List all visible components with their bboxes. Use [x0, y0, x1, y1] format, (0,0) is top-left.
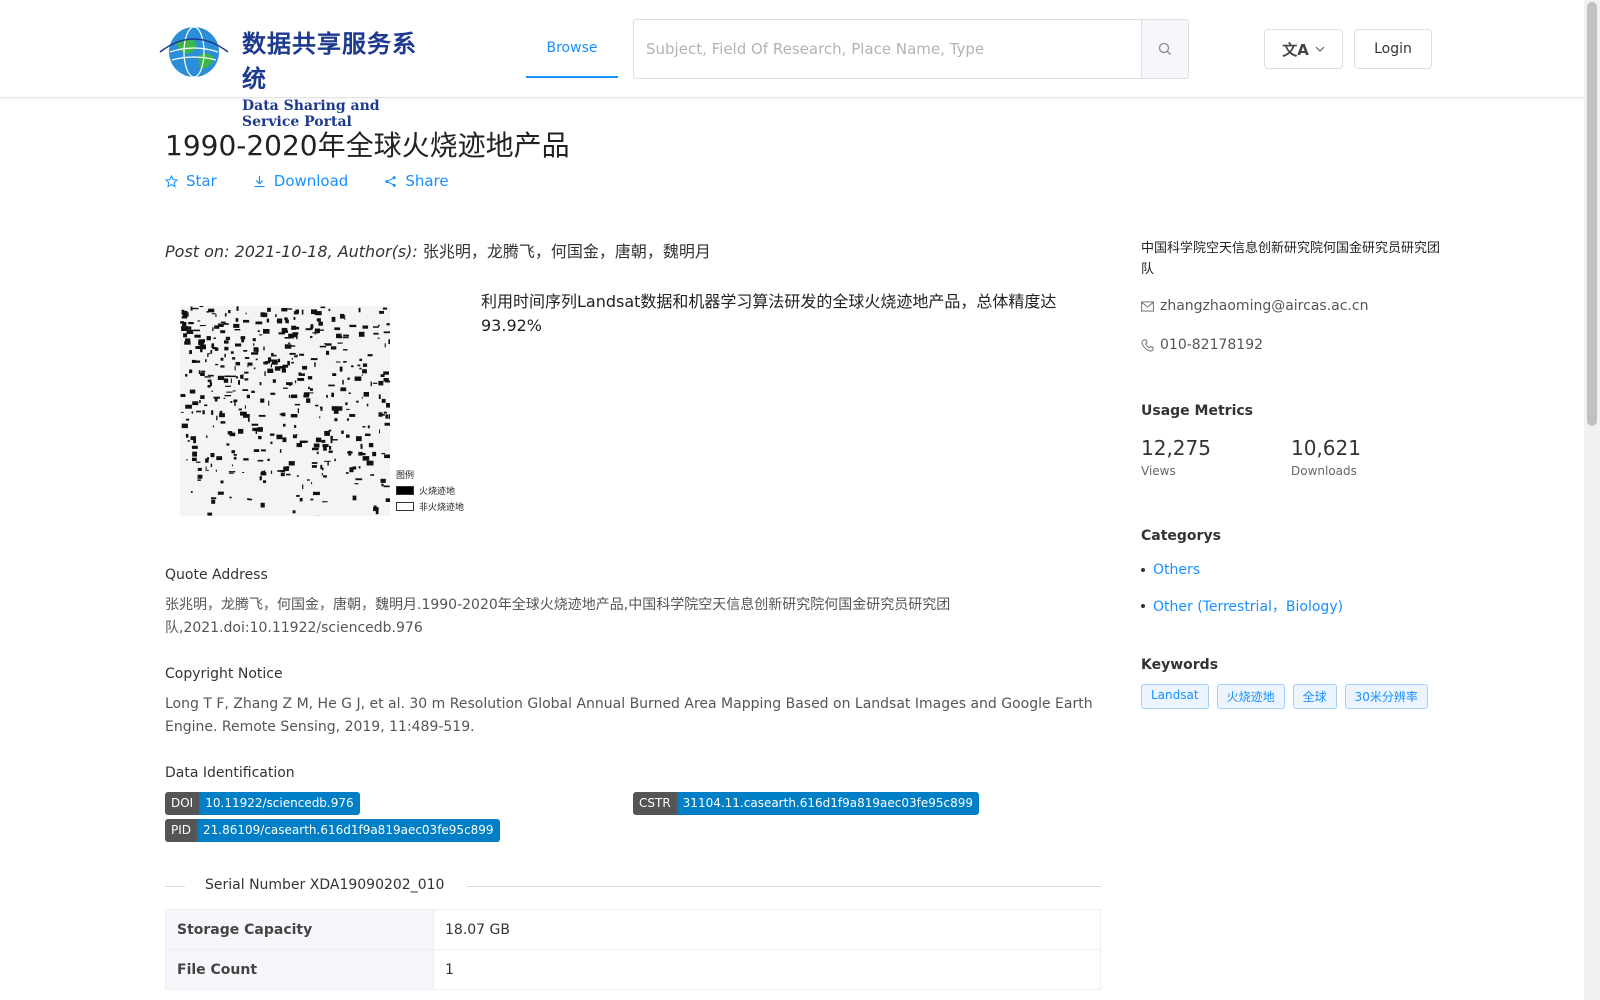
table-row: File Count 1: [165, 949, 1101, 990]
keyword-tag[interactable]: 全球: [1292, 684, 1337, 709]
page-scrollbar[interactable]: [1584, 0, 1600, 1000]
table-value: 18.07 GB: [433, 909, 1101, 950]
downloads-label: Downloads: [1291, 464, 1357, 478]
keyword-tag[interactable]: 30米分辨率: [1344, 684, 1428, 709]
scrollbar-thumb[interactable]: [1587, 2, 1597, 426]
category-label: Others: [1153, 562, 1201, 578]
copyright-text: Long T F, Zhang Z M, He G J, et al. 30 m…: [165, 696, 1093, 735]
share-label: Share: [405, 172, 449, 190]
views-count: 12,275: [1141, 436, 1211, 460]
legend-unburned: 非火烧迹地: [419, 503, 465, 513]
post-label: Post on: 2021-10-18, Author(s):: [165, 242, 418, 261]
table-key: File Count: [165, 949, 434, 990]
nav-browse-tab[interactable]: Browse: [526, 28, 618, 78]
authors: 张兆明，龙腾飞，何国金，唐朝，魏明月: [422, 242, 711, 261]
download-label: Download: [273, 172, 349, 190]
pid-key: PID: [165, 819, 198, 842]
login-button[interactable]: Login: [1354, 29, 1432, 69]
legend-title: 图例: [396, 471, 415, 481]
views-metric: 12,275 Views: [1141, 436, 1291, 478]
dataset-description: 利用时间序列Landsat数据和机器学习算法研发的全球火烧迹地产品，总体精度达9…: [481, 292, 1057, 335]
share-icon: [385, 175, 397, 187]
language-switch-button[interactable]: 文A: [1264, 29, 1343, 69]
keyword-tags: Landsat 火烧迹地 全球 30米分辨率: [1141, 684, 1441, 709]
logo-title-cn: 数据共享服务系统: [242, 29, 417, 93]
share-button[interactable]: Share: [384, 172, 449, 190]
chevron-down-icon: [1315, 46, 1325, 52]
copyright-title: Copyright Notice: [165, 666, 283, 682]
contact-email: zhangzhaoming@aircas.ac.cn: [1141, 298, 1441, 314]
star-label: Star: [186, 172, 217, 190]
downloads-count: 10,621: [1291, 436, 1361, 460]
download-button[interactable]: Download: [253, 172, 349, 190]
post-info: Post on: 2021-10-18, Author(s): 张兆明，龙腾飞，…: [165, 238, 711, 262]
doi-value: 10.11922/sciencedb.976: [199, 792, 360, 815]
doi-badge[interactable]: DOI 10.11922/sciencedb.976: [165, 792, 360, 815]
keywords-title: Keywords: [1141, 657, 1219, 673]
cstr-value: 31104.11.casearth.616d1f9a819aec03fe95c8…: [676, 792, 979, 815]
keyword-tag[interactable]: Landsat: [1141, 684, 1209, 709]
search-icon: [1158, 42, 1171, 55]
contact-organization: 中国科学院空天信息创新研究院何国金研究员研究团队: [1141, 241, 1441, 277]
table-value: 1: [433, 949, 1101, 990]
category-label: Other (Terrestrial，Biology): [1153, 599, 1344, 615]
identification-title: Data Identification: [165, 765, 295, 781]
quote-title: Quote Address: [165, 567, 268, 583]
cstr-badge[interactable]: CSTR 31104.11.casearth.616d1f9a819aec03f…: [633, 792, 979, 815]
pid-value: 21.86109/casearth.616d1f9a819aec03fe95c8…: [197, 819, 500, 842]
email-text: zhangzhaoming@aircas.ac.cn: [1160, 298, 1369, 314]
translate-icon: 文A: [1282, 40, 1309, 59]
legend-burned: 火烧迹地: [419, 487, 456, 497]
search-box: [633, 19, 1189, 79]
globe-logo-icon: [159, 26, 229, 78]
category-link-others[interactable]: Others: [1141, 562, 1441, 578]
table-key: Storage Capacity: [165, 909, 434, 950]
serial-number: Serial Number XDA19090202_010: [205, 877, 445, 893]
dataset-title: 1990-2020年全球火烧迹地产品: [165, 129, 570, 162]
download-icon: [254, 175, 265, 187]
phone-text: 010-82178192: [1160, 337, 1264, 353]
serial-divider: Serial Number XDA19090202_010: [165, 876, 1101, 896]
pid-badge[interactable]: PID 21.86109/casearth.616d1f9a819aec03fe…: [165, 819, 500, 842]
downloads-metric: 10,621 Downloads: [1291, 436, 1441, 478]
site-logo[interactable]: 数据共享服务系统 Data Sharing and Service Portal: [154, 20, 439, 130]
search-input[interactable]: [634, 20, 1142, 78]
dataset-info-table: Storage Capacity 18.07 GB File Count 1: [165, 909, 1101, 990]
cstr-key: CSTR: [633, 792, 677, 815]
star-button[interactable]: Star: [165, 172, 217, 190]
categories-title: Categorys: [1141, 528, 1221, 544]
table-row: Storage Capacity 18.07 GB: [165, 909, 1101, 950]
keyword-tag[interactable]: 火烧迹地: [1216, 684, 1285, 709]
quote-text: 张兆明，龙腾飞，何国金，唐朝，魏明月.1990-2020年全球火烧迹地产品,中国…: [165, 597, 951, 636]
map-legend: 图例 火烧迹地 非火烧迹地: [396, 468, 464, 513]
category-link-terrestrial[interactable]: Other (Terrestrial，Biology): [1141, 596, 1441, 616]
search-button[interactable]: [1141, 20, 1188, 78]
top-header: 数据共享服务系统 Data Sharing and Service Portal…: [0, 0, 1584, 130]
contact-phone: 010-82178192: [1141, 337, 1441, 353]
views-label: Views: [1141, 464, 1176, 478]
mail-icon: [1141, 300, 1154, 312]
star-icon: [165, 174, 178, 188]
usage-metrics-title: Usage Metrics: [1141, 403, 1253, 419]
phone-icon: [1141, 338, 1154, 352]
dataset-actions: Star Download Share: [165, 172, 449, 190]
dataset-thumbnail-map: [180, 306, 390, 516]
doi-key: DOI: [165, 792, 200, 815]
